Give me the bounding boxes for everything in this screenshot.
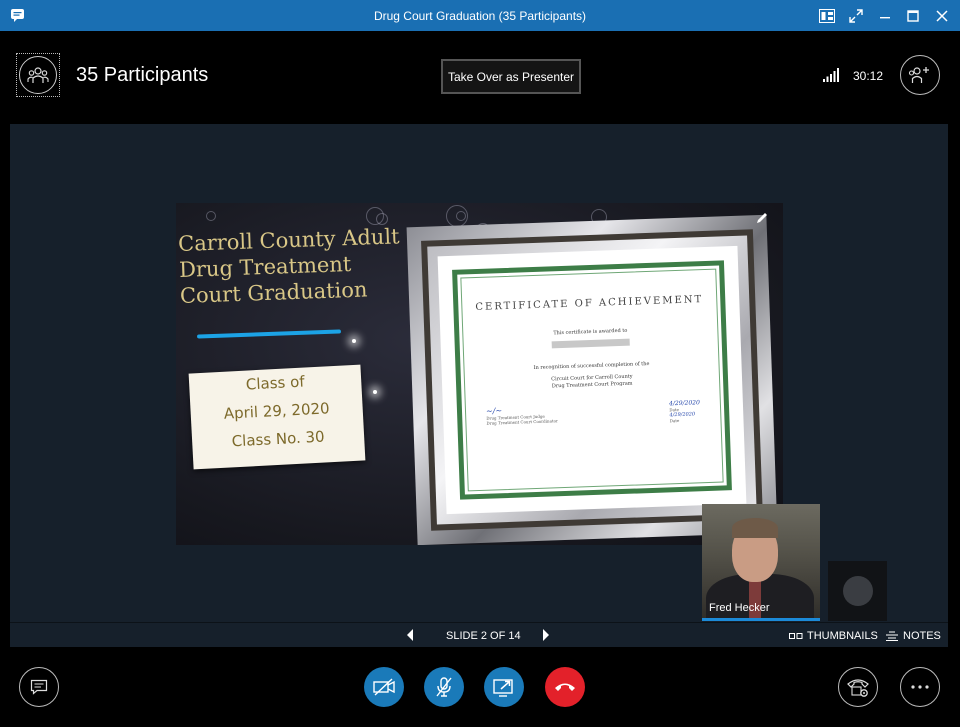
judge-signature-block: ~/~ Drug Treatment Court Judge Drug Trea… xyxy=(486,404,558,429)
certificate-paper: CERTIFICATE OF ACHIEVEMENT This certific… xyxy=(437,245,747,515)
active-speaker-bar xyxy=(702,618,820,621)
close-icon xyxy=(936,10,948,22)
share-screen-icon xyxy=(493,679,513,697)
signature-label: Drug Treatment Court Coordinator xyxy=(486,418,558,426)
compact-view-icon xyxy=(819,9,835,23)
slide-counter: SLIDE 2 OF 14 xyxy=(446,630,521,642)
call-toolbar xyxy=(0,647,960,727)
hang-up-button[interactable] xyxy=(545,667,585,707)
redacted-name xyxy=(551,338,630,349)
self-video-tile[interactable] xyxy=(828,561,887,621)
participants-count-label: 35 Participants xyxy=(76,64,209,86)
meeting-header: 35 Participants Take Over as Presenter 3… xyxy=(0,31,960,124)
signature-date: 4/29/2020 xyxy=(668,399,700,408)
certificate-signatures: ~/~ Drug Treatment Court Judge Drug Trea… xyxy=(472,399,715,430)
notes-button[interactable]: NOTES xyxy=(886,630,941,642)
participants-button[interactable] xyxy=(16,53,60,97)
slide-title: Carroll County Adult Drug Treatment Cour… xyxy=(178,223,411,309)
microphone-muted-icon xyxy=(436,677,452,697)
share-content-button[interactable] xyxy=(484,667,524,707)
more-dots-icon xyxy=(911,685,929,689)
full-screen-button[interactable] xyxy=(846,6,866,26)
more-options-button[interactable] xyxy=(900,667,940,707)
class-info-card: Class of April 29, 2020 Class No. 30 xyxy=(188,364,366,470)
video-off-icon xyxy=(373,678,395,696)
decor-ring xyxy=(206,211,216,221)
title-bar: Drug Court Graduation (35 Participants) xyxy=(0,0,960,31)
minimize-button[interactable] xyxy=(875,6,895,26)
previous-slide-icon[interactable] xyxy=(406,629,414,641)
take-over-presenter-button[interactable]: Take Over as Presenter xyxy=(441,59,581,94)
self-avatar xyxy=(842,576,873,606)
close-button[interactable] xyxy=(932,6,952,26)
call-timer: 30:12 xyxy=(853,69,884,83)
notes-icon xyxy=(886,631,898,641)
thumbnails-label: THUMBNAILS xyxy=(807,630,878,642)
annotation-pen-icon[interactable] xyxy=(755,211,769,225)
decor-sparkle xyxy=(373,390,377,394)
phone-settings-icon xyxy=(847,679,869,697)
video-toggle-button[interactable] xyxy=(364,667,404,707)
window-title: Drug Court Graduation (35 Participants) xyxy=(373,9,587,23)
maximize-icon xyxy=(907,10,919,22)
participant-video-tile[interactable]: Fred Hecker xyxy=(702,504,820,621)
certificate-border: CERTIFICATE OF ACHIEVEMENT This certific… xyxy=(452,260,732,500)
thumbnails-icon xyxy=(789,633,803,639)
hang-up-icon xyxy=(555,683,575,691)
date-signature-block: 4/29/2020 Date 4/29/2020 Date xyxy=(669,399,701,423)
certificate-frame: CERTIFICATE OF ACHIEVEMENT This certific… xyxy=(406,214,778,545)
certificate-awarded-text: This certificate is awarded to xyxy=(553,327,628,337)
certificate-frame-mat: CERTIFICATE OF ACHIEVEMENT This certific… xyxy=(421,229,763,531)
minimize-icon xyxy=(880,17,890,19)
content-stage: Carroll County Adult Drug Treatment Cour… xyxy=(10,124,948,622)
participant-name-label: Fred Hecker xyxy=(709,602,770,614)
participants-icon xyxy=(27,67,49,83)
add-people-icon xyxy=(908,67,929,83)
slide-navigation-bar: SLIDE 2 OF 14 THUMBNAILS NOTES xyxy=(10,622,948,647)
mute-button[interactable] xyxy=(424,667,464,707)
compact-view-button[interactable] xyxy=(817,6,837,26)
participants-button-ring xyxy=(19,56,57,94)
invite-people-button[interactable] xyxy=(900,55,940,95)
call-quality-icon[interactable] xyxy=(823,68,839,82)
date-label: Date xyxy=(669,417,680,424)
slide-accent-bar xyxy=(196,329,342,339)
notes-label: NOTES xyxy=(903,630,941,642)
open-chat-button[interactable] xyxy=(19,667,59,707)
chat-icon xyxy=(30,679,48,695)
maximize-button[interactable] xyxy=(903,6,923,26)
decor-sparkle xyxy=(352,339,356,343)
presentation-slide: Carroll County Adult Drug Treatment Cour… xyxy=(176,203,783,545)
video-person-hair xyxy=(732,518,778,538)
certificate-title: CERTIFICATE OF ACHIEVEMENT xyxy=(475,294,704,314)
thumbnails-button[interactable]: THUMBNAILS xyxy=(789,630,878,642)
expand-icon xyxy=(849,9,863,23)
call-controls-button[interactable] xyxy=(838,667,878,707)
certificate-court-name: Circuit Court for Carroll County Drug Tr… xyxy=(471,371,713,393)
next-slide-icon[interactable] xyxy=(542,629,550,641)
decor-ring xyxy=(456,211,466,221)
certificate-frame-inner: CERTIFICATE OF ACHIEVEMENT This certific… xyxy=(427,235,757,525)
